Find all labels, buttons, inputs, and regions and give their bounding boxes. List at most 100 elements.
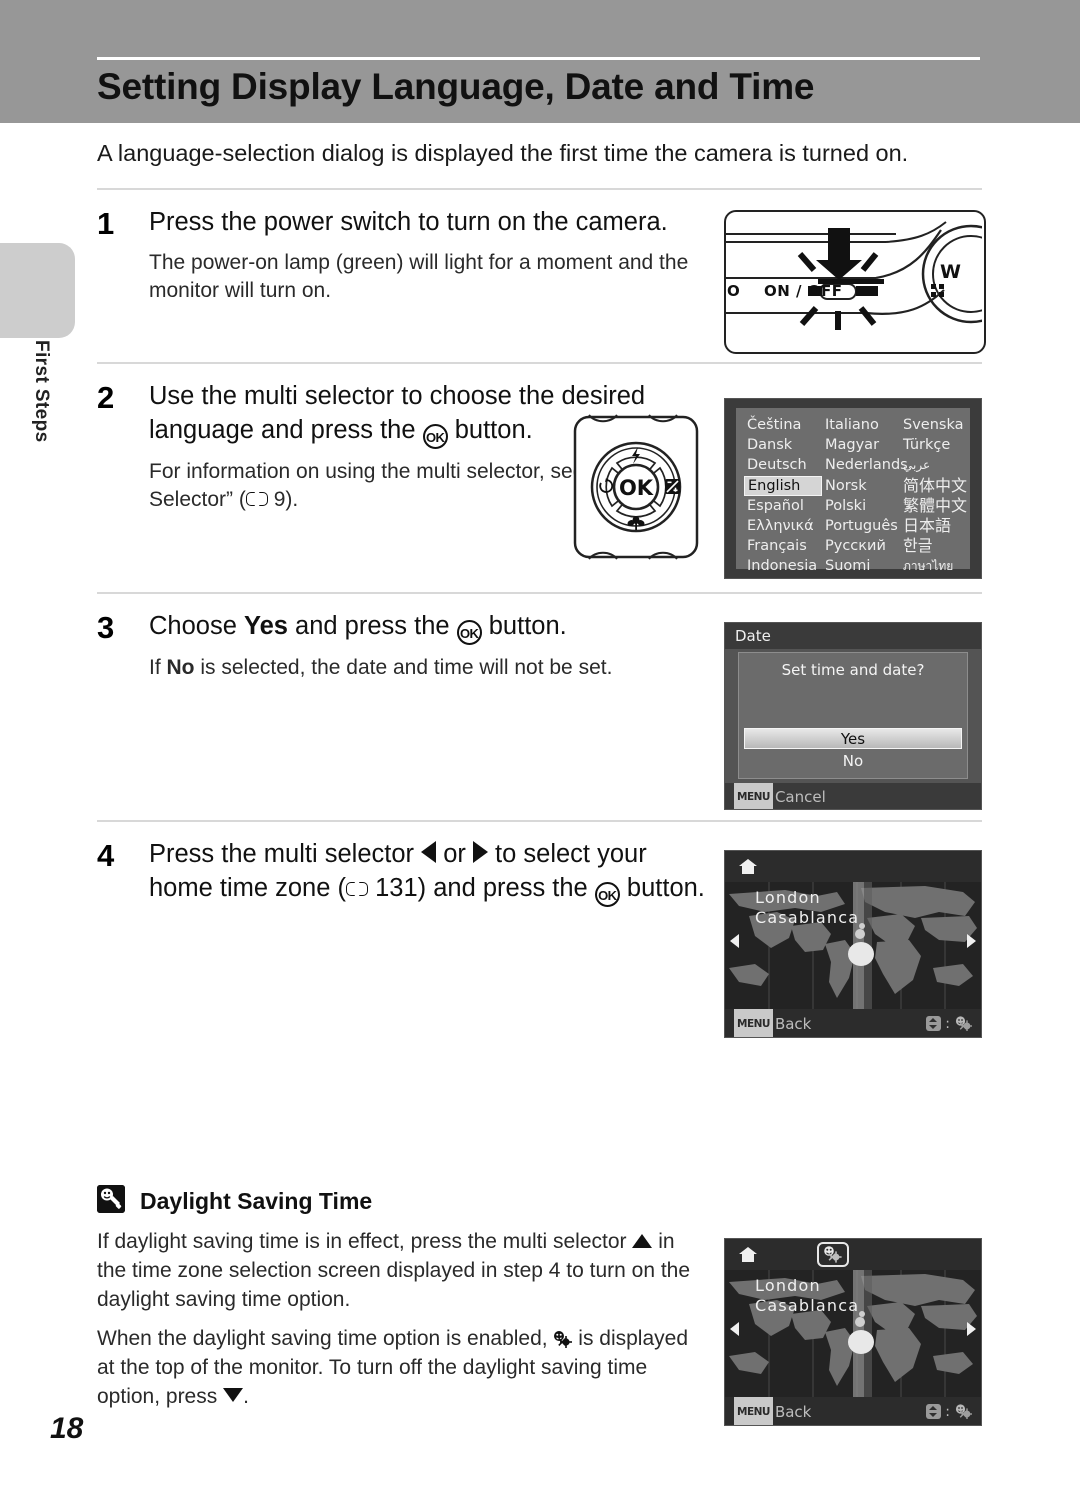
time-zone-next-arrow-icon[interactable] (967, 934, 976, 948)
daylight-saving-icon (553, 1328, 573, 1348)
step-1-body: The power-on lamp (green) will light for… (149, 250, 689, 302)
step-1-heading: Press the power switch to turn on the ca… (149, 208, 668, 236)
step-2-number: 2 (97, 380, 115, 415)
arrow-down-icon (223, 1387, 244, 1402)
date-no-option[interactable]: No (744, 751, 962, 772)
language-item[interactable]: Norsk (822, 476, 900, 496)
step-3-number: 3 (97, 610, 115, 645)
language-screen-frame: Čeština Italiano Svenska Dansk Magyar Tü… (724, 398, 982, 579)
language-item[interactable]: Español (744, 496, 822, 516)
language-item[interactable]: Français (744, 536, 822, 556)
step-4-heading-or: or (436, 840, 473, 868)
language-item[interactable]: Suomi (822, 556, 900, 576)
time-zone-screen: London Casablanca MENU Back : (724, 850, 982, 1038)
svg-text:O: O (727, 282, 740, 300)
step-4-heading-text-c: button. (619, 873, 705, 902)
language-item[interactable]: Dansk (744, 435, 822, 455)
step-3: 3 Choose Yes and press the OK button. If… (97, 610, 717, 682)
step-3-heading-text-a: Choose (149, 612, 244, 640)
date-yes-option[interactable]: Yes (744, 728, 962, 749)
language-selection-screen: Čeština Italiano Svenska Dansk Magyar Tü… (724, 398, 982, 579)
daylight-saving-icon (824, 1246, 842, 1263)
date-screen-footer: MENU Cancel (725, 783, 981, 809)
step-4-heading: Press the multi selector or to select yo… (149, 838, 717, 907)
time-zone-city-secondary: Casablanca (755, 908, 860, 927)
date-footer-label: Cancel (774, 788, 826, 806)
up-down-arrow-icon (925, 1016, 941, 1031)
time-zone-dst-footer: MENU Back : (725, 1397, 981, 1425)
step-1-number: 1 (97, 206, 115, 241)
language-grid[interactable]: Čeština Italiano Svenska Dansk Magyar Tü… (744, 415, 972, 577)
svg-text:OK: OK (619, 476, 654, 500)
arrow-up-icon (632, 1234, 653, 1248)
daylight-saving-indicator-chip (817, 1242, 849, 1267)
page-title: Setting Display Language, Date and Time (97, 66, 815, 107)
arrow-right-icon (472, 841, 488, 863)
language-item[interactable]: Magyar (822, 435, 900, 455)
step-1: 1 Press the power switch to turn on the … (97, 206, 717, 304)
tip-bulb-icon (97, 1185, 125, 1213)
step-3-body-text-b: is selected, the date and time will not … (194, 656, 613, 679)
time-zone-dst-hint: : (925, 1397, 973, 1425)
svg-text:W: W (940, 261, 961, 283)
tip-body: If daylight saving time is in effect, pr… (97, 1228, 697, 1422)
ok-button-icon: OK (456, 620, 482, 645)
language-item[interactable]: Indonesia (744, 556, 822, 576)
time-zone-prev-arrow-icon[interactable] (730, 934, 739, 948)
time-zone-dst-frame: London Casablanca MENU Back : (724, 1238, 982, 1426)
language-item[interactable]: عربي (900, 455, 972, 475)
time-zone-prev-arrow-icon[interactable] (730, 1322, 739, 1336)
step-4-heading-text-a: Press the multi selector (149, 840, 422, 868)
chapter-tab-label: First Steps (31, 340, 52, 443)
divider-rule-3 (97, 592, 982, 594)
language-item[interactable]: Čeština (744, 415, 822, 435)
hint-separator: : (945, 1016, 950, 1032)
date-screen-question: Set time and date? (781, 661, 925, 679)
time-zone-next-arrow-icon[interactable] (967, 1322, 976, 1336)
ok-button-icon: OK (422, 423, 448, 449)
time-zone-footer: MENU Back : (725, 1009, 981, 1037)
divider-rule-1 (97, 188, 982, 190)
hint-separator: : (945, 1404, 950, 1420)
divider-rule-2 (97, 362, 982, 364)
menu-button-chip[interactable]: MENU (734, 1397, 773, 1425)
language-item[interactable]: 日本語 (900, 516, 972, 536)
language-item[interactable]: Italiano (822, 415, 900, 435)
time-zone-map-body: London Casablanca (725, 882, 981, 1009)
divider-rule-4 (97, 820, 982, 822)
language-item[interactable]: ภาษาไทย (900, 556, 972, 576)
time-zone-city-primary: London (755, 1276, 821, 1295)
language-item[interactable]: 简体中文 (900, 476, 972, 496)
time-zone-city-secondary: Casablanca (755, 1296, 860, 1315)
arrow-left-icon (421, 841, 437, 863)
step-4-number: 4 (97, 838, 115, 873)
tip-bulb-svg (97, 1185, 125, 1213)
language-item[interactable]: Nederlands (822, 455, 908, 475)
language-screen-inner: Čeština Italiano Svenska Dansk Magyar Tü… (736, 408, 970, 574)
language-item[interactable]: Deutsch (744, 455, 822, 475)
home-icon (739, 859, 757, 874)
step-2-heading-text-b: button. (447, 415, 533, 444)
date-confirmation-screen: Date Set time and date? Yes No MENU Cance… (724, 622, 982, 810)
language-item[interactable]: 繁體中文 (900, 496, 972, 516)
step-4: 4 Press the multi selector or to select … (97, 838, 717, 907)
language-item[interactable]: Português (822, 516, 900, 536)
language-item[interactable]: Polski (822, 496, 900, 516)
manual-reference-icon (245, 491, 268, 508)
multi-selector-illustration: OK (571, 413, 701, 566)
language-item[interactable]: Türkçe (900, 435, 972, 455)
language-item[interactable]: Ελληνικά (744, 516, 822, 536)
home-icon (739, 1247, 757, 1262)
menu-button-chip[interactable]: MENU (734, 1009, 773, 1037)
menu-button-chip[interactable]: MENU (734, 783, 773, 809)
language-item-selected[interactable]: English (744, 475, 822, 496)
step-2-body-page: 9). (267, 487, 299, 511)
time-zone-dst-map-body: London Casablanca (725, 1270, 981, 1397)
time-zone-screen-dst: London Casablanca MENU Back : (724, 1238, 982, 1426)
time-zone-dst-hint: : (925, 1009, 973, 1037)
language-item[interactable]: 한글 (900, 536, 972, 556)
time-zone-screen-frame: London Casablanca MENU Back : (724, 850, 982, 1038)
time-zone-city-primary: London (755, 888, 821, 907)
language-item[interactable]: Русский (822, 536, 900, 556)
language-item[interactable]: Svenska (900, 415, 972, 435)
